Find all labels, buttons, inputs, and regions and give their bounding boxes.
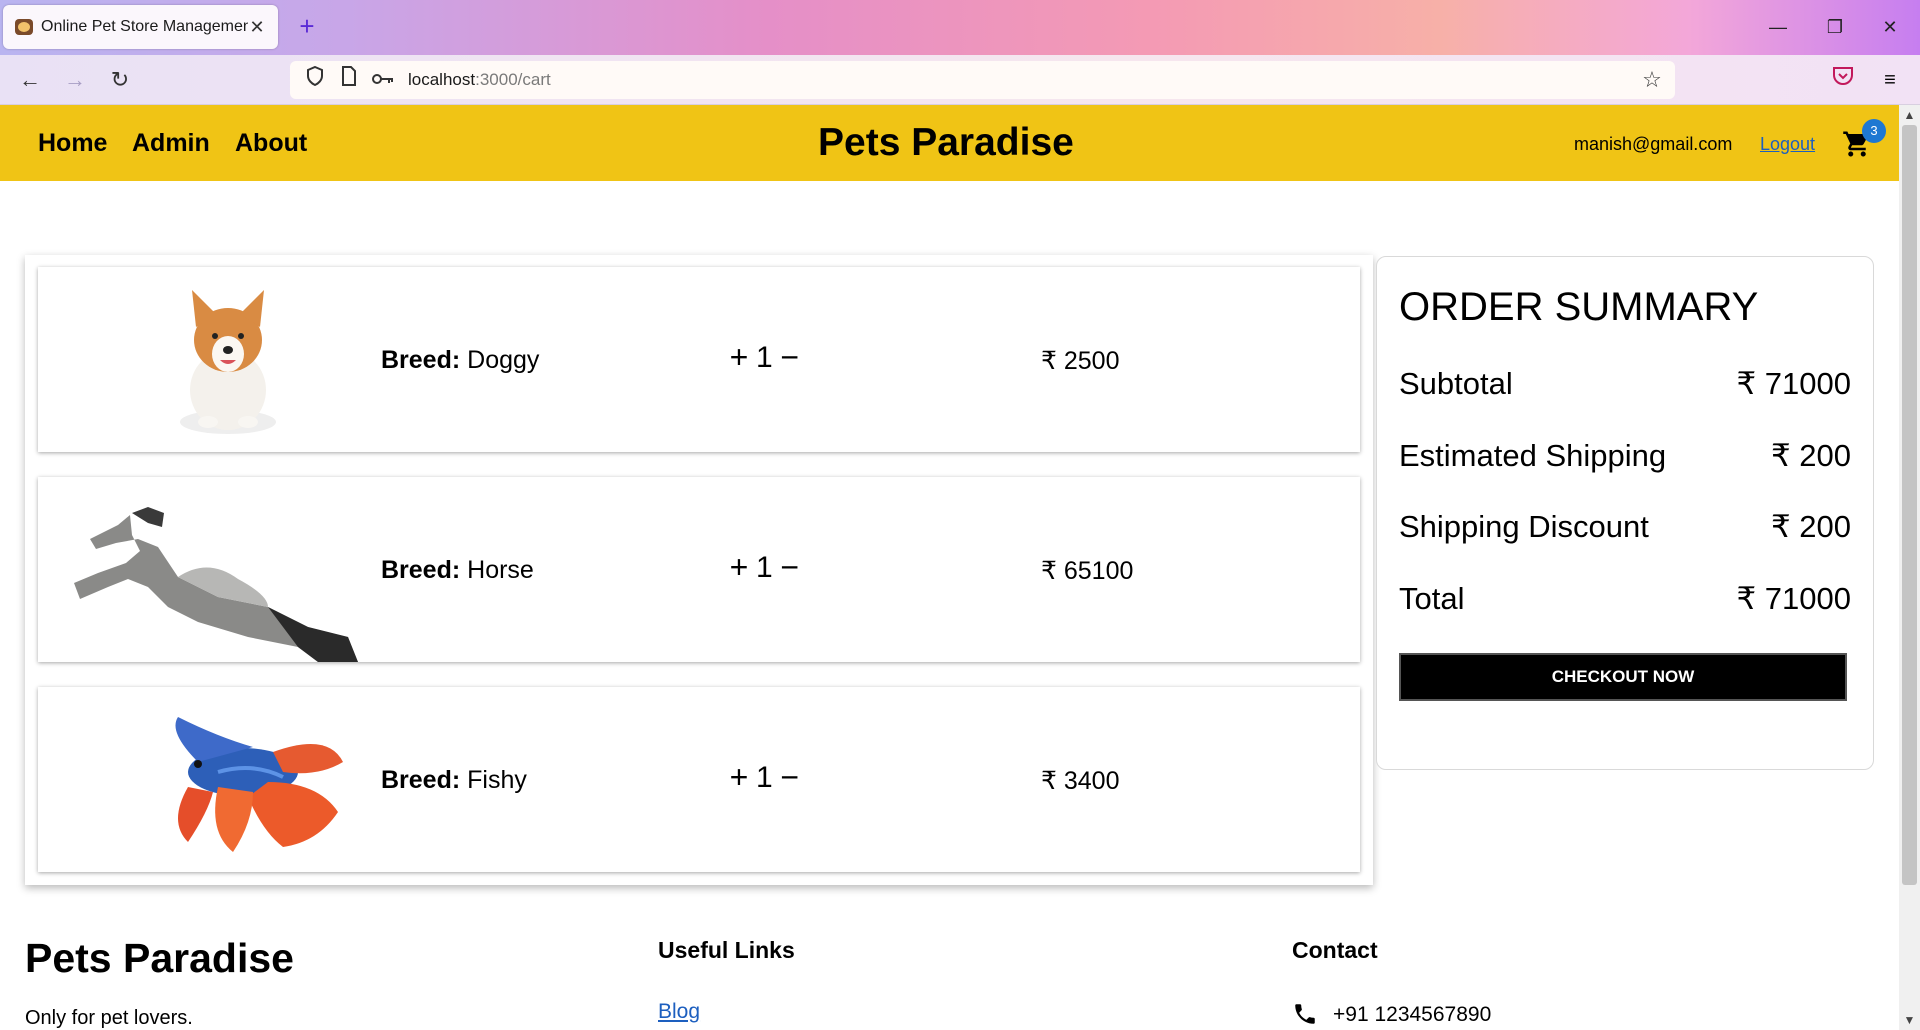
restore-window-button[interactable]: ❐: [1815, 10, 1855, 44]
summary-label: Total: [1399, 581, 1465, 616]
minimize-window-button[interactable]: —: [1758, 10, 1798, 44]
reload-button[interactable]: ↻: [102, 63, 138, 97]
blog-link[interactable]: Blog: [658, 1000, 700, 1024]
item-price: ₹ 65100: [1041, 557, 1134, 585]
scroll-up-icon[interactable]: ▲: [1899, 105, 1920, 125]
order-summary: ORDER SUMMARY Subtotal ₹ 71000 Estimated…: [1376, 256, 1874, 770]
summary-value: ₹ 71000: [1736, 366, 1851, 401]
key-icon[interactable]: [368, 65, 398, 95]
address-bar[interactable]: localhost:3000/cart ☆: [290, 61, 1675, 99]
footer-tagline: Only for pet lovers.: [25, 1007, 193, 1029]
summary-label: Subtotal: [1399, 366, 1513, 401]
pocket-icon[interactable]: [1825, 63, 1861, 97]
summary-label: Estimated Shipping: [1399, 438, 1667, 473]
cart-item: Breed: Fishy + 1 − ₹ 3400: [38, 687, 1360, 872]
shield-icon[interactable]: [300, 65, 330, 95]
new-tab-button[interactable]: +: [293, 10, 321, 44]
breed-label: Breed:: [381, 346, 461, 374]
rearing-horse-image: [68, 487, 358, 662]
site-header: Home Admin About Pets Paradise manish@gm…: [0, 105, 1899, 181]
forward-button[interactable]: →: [57, 63, 93, 97]
contact-phone: +91 1234567890: [1333, 1003, 1492, 1026]
order-summary-title: ORDER SUMMARY: [1399, 285, 1759, 329]
summary-value: ₹ 200: [1770, 438, 1851, 473]
summary-label: Shipping Discount: [1399, 509, 1649, 544]
url-path: :3000/cart: [475, 70, 551, 89]
summary-value: ₹ 200: [1770, 509, 1851, 544]
nav-admin-link[interactable]: Admin: [132, 129, 210, 158]
quantity-value: 1: [756, 550, 773, 584]
increase-quantity-button[interactable]: +: [728, 339, 750, 376]
page-icon[interactable]: [334, 65, 364, 95]
nav-about-link[interactable]: About: [235, 129, 307, 158]
breed-text: Breed: Fishy: [381, 766, 527, 795]
quantity-value: 1: [756, 340, 773, 374]
quantity-value: 1: [756, 760, 773, 794]
browser-nav-bar: ← → ↻ localhost:3000/cart ☆ ≡: [0, 55, 1920, 105]
quantity-stepper: + 1 −: [728, 759, 801, 796]
increase-quantity-button[interactable]: +: [728, 759, 750, 796]
cart-item: Breed: Horse + 1 − ₹ 65100: [38, 477, 1360, 662]
item-price: ₹ 3400: [1041, 767, 1120, 795]
browser-tab[interactable]: Online Pet Store Management ✕: [3, 5, 278, 49]
decrease-quantity-button[interactable]: −: [779, 549, 801, 586]
item-price: ₹ 2500: [1041, 347, 1120, 375]
site-brand[interactable]: Pets Paradise: [818, 121, 1074, 165]
betta-fish-image: [68, 692, 358, 867]
breed-label: Breed:: [381, 556, 461, 584]
decrease-quantity-button[interactable]: −: [779, 339, 801, 376]
nav-home-link[interactable]: Home: [38, 129, 107, 158]
quantity-stepper: + 1 −: [728, 549, 801, 586]
url-host: localhost: [408, 70, 476, 89]
cart-count-badge: 3: [1862, 119, 1886, 143]
browser-tab-bar: Online Pet Store Management ✕ + — ❐ ✕: [0, 0, 1920, 55]
quantity-stepper: + 1 −: [728, 339, 801, 376]
increase-quantity-button[interactable]: +: [728, 549, 750, 586]
pet-store-favicon-icon: [15, 19, 33, 35]
breed-value: Fishy: [467, 766, 527, 794]
breed-value: Doggy: [467, 346, 540, 374]
breed-text: Breed: Doggy: [381, 346, 539, 375]
checkout-button[interactable]: CHECKOUT NOW: [1399, 653, 1847, 701]
corgi-dog-image: [68, 272, 358, 447]
close-window-button[interactable]: ✕: [1870, 10, 1910, 44]
bookmark-star-icon[interactable]: ☆: [1637, 65, 1667, 95]
useful-links-heading: Useful Links: [658, 937, 795, 963]
menu-icon[interactable]: ≡: [1872, 63, 1908, 97]
back-button[interactable]: ←: [12, 63, 48, 97]
summary-value: ₹ 71000: [1736, 581, 1851, 616]
page-scrollbar[interactable]: ▲ ▼: [1899, 105, 1920, 1030]
scroll-down-icon[interactable]: ▼: [1899, 1010, 1920, 1030]
tab-title: Online Pet Store Management: [41, 18, 248, 35]
close-tab-icon[interactable]: ✕: [248, 17, 266, 38]
cart-list: Breed: Doggy + 1 − ₹ 2500 Breed: Horse +…: [25, 255, 1373, 885]
footer-brand: Pets Paradise: [25, 935, 294, 981]
scrollbar-thumb[interactable]: [1902, 125, 1917, 885]
logout-link[interactable]: Logout: [1760, 134, 1815, 155]
breed-text: Breed: Horse: [381, 556, 534, 585]
decrease-quantity-button[interactable]: −: [779, 759, 801, 796]
breed-value: Horse: [467, 556, 534, 584]
user-email: manish@gmail.com: [1574, 134, 1733, 154]
breed-label: Breed:: [381, 766, 461, 794]
cart-item: Breed: Doggy + 1 − ₹ 2500: [38, 267, 1360, 452]
phone-icon: [1292, 1001, 1318, 1027]
contact-heading: Contact: [1292, 937, 1378, 963]
